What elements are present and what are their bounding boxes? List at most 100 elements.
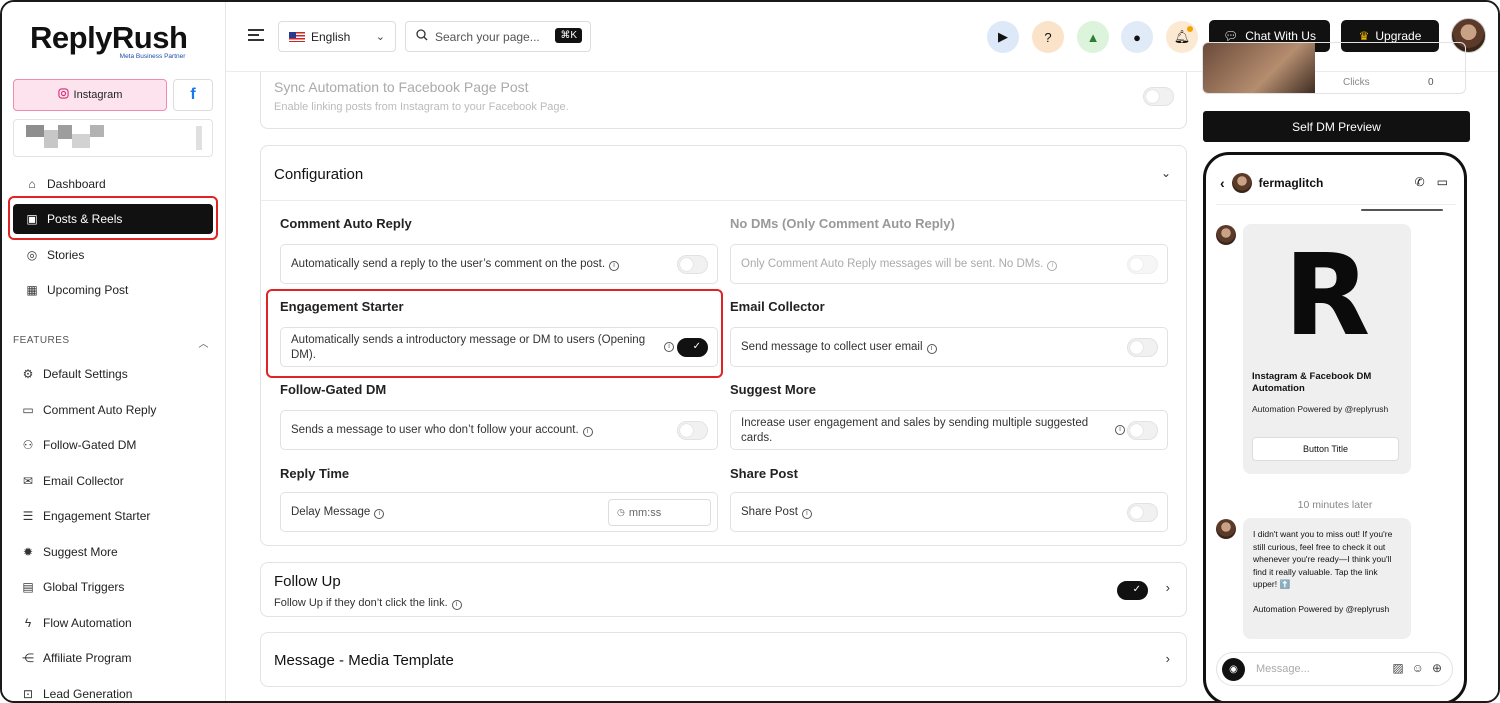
configuration-title: Configuration (274, 166, 364, 183)
chevron-up-icon: ︿ (198, 339, 209, 350)
email-collector-toggle[interactable] (1127, 338, 1158, 357)
feature-global-triggers[interactable]: ▤ Global Triggers (21, 575, 124, 599)
feature-label: Email Collector (43, 474, 124, 488)
feature-comment-auto-reply[interactable]: ▭ Comment Auto Reply (21, 398, 156, 422)
help-icon: ? (1044, 29, 1052, 45)
feature-affiliate-program[interactable]: ⋲ Affiliate Program (21, 646, 131, 670)
option-title: Reply Time (280, 466, 350, 481)
divider (1216, 204, 1456, 205)
suggest-more-option: Increase user engagement and sales by se… (730, 410, 1168, 450)
info-icon[interactable]: i (1115, 425, 1125, 435)
instagram-button[interactable]: Instagram (13, 79, 167, 111)
option-title: Email Collector (730, 299, 825, 314)
replyrush-logo: R (1284, 231, 1371, 361)
feature-default-settings[interactable]: ⚙ Default Settings (21, 362, 128, 386)
main-content: Sync Automation to Facebook Page Post En… (226, 72, 1202, 701)
language-select[interactable]: English ⌄ (278, 21, 396, 52)
self-dm-preview-button[interactable]: Self DM Preview (1203, 111, 1470, 142)
card-button[interactable]: Button Title (1252, 437, 1399, 461)
thumb-stat-label: Clicks (1343, 77, 1370, 88)
delay-time-input[interactable]: ◷ mm:ss (608, 499, 711, 526)
chat-header: ‹ fermaglitch (1220, 173, 1323, 193)
info-icon[interactable]: i (926, 344, 937, 354)
message-input[interactable]: ◉ Message... ▨ ☺ ⊕ (1216, 652, 1453, 686)
instagram-label: Instagram (73, 89, 123, 101)
option-title: Follow-Gated DM (280, 382, 387, 397)
info-icon[interactable]: i (374, 509, 385, 519)
share-post-option: Share Post i (730, 492, 1168, 532)
nav-upcoming-post[interactable]: ▦ Upcoming Post (13, 275, 213, 305)
message-placeholder: Message... (1256, 663, 1310, 675)
feature-label: Comment Auto Reply (43, 403, 157, 417)
chevron-down-icon: ⌄ (375, 31, 385, 43)
follow-up-toggle[interactable]: ✓ (1117, 581, 1148, 600)
feature-flow-automation[interactable]: ϟ Flow Automation (21, 611, 132, 635)
nav-stories[interactable]: ◎ Stories (13, 240, 213, 270)
no-dms-option: Only Comment Auto Reply messages will be… (730, 244, 1168, 284)
option-title: No DMs (Only Comment Auto Reply) (730, 216, 955, 231)
logo[interactable]: ReplyRush Meta Business Partner (30, 20, 188, 60)
ios-app-button[interactable]: ● (1121, 21, 1153, 53)
notifications-button[interactable]: 🔔︎ (1166, 21, 1198, 53)
feature-follow-gated-dm[interactable]: ⚇ Follow-Gated DM (21, 433, 137, 457)
info-icon[interactable]: i (609, 261, 620, 271)
gallery-icon[interactable]: ▨ (1392, 661, 1403, 675)
features-section-header[interactable]: FEATURES ︿ (13, 335, 213, 350)
nav-dashboard[interactable]: ⌂ Dashboard (13, 169, 213, 199)
android-app-button[interactable]: ▲ (1077, 21, 1109, 53)
time-separator: 10 minutes later (1297, 499, 1373, 511)
camera-icon[interactable]: ◉ (1222, 658, 1245, 681)
gear-icon: ⚙ (22, 367, 34, 381)
phone-icon[interactable]: ✆ (1415, 175, 1425, 189)
option-text: Only Comment Auto Reply messages will be… (741, 257, 1058, 272)
media-template-card[interactable]: Message - Media Template › (260, 632, 1187, 687)
follow-up-message-bubble: I didn't want you to miss out! If you're… (1243, 518, 1411, 639)
feature-engagement-starter[interactable]: ☰ Engagement Starter (21, 504, 151, 528)
sync-toggle[interactable] (1143, 87, 1174, 106)
phone-preview: ‹ fermaglitch ✆ ▭ R Instagram & Facebook… (1203, 152, 1467, 701)
instagram-icon: ◎ (26, 248, 38, 262)
card-subtitle: Automation Powered by @replyrush (1252, 404, 1389, 414)
help-button[interactable]: ? (1032, 21, 1064, 53)
facebook-button[interactable]: f (173, 79, 213, 111)
sticker-icon[interactable]: ☺ (1412, 661, 1424, 675)
option-text: Sends a message to user who don’t follow… (291, 423, 593, 438)
tutorial-button[interactable]: ▶ (987, 21, 1019, 53)
option-text: Send message to collect user email i (741, 340, 937, 355)
card-title: Instagram & Facebook DM Automation (1252, 371, 1372, 394)
menu-toggle-icon[interactable] (248, 29, 264, 44)
sync-title: Sync Automation to Facebook Page Post (274, 79, 529, 95)
post-thumbnail-card[interactable]: Clicks 0 (1202, 42, 1466, 94)
avatar-pixel (26, 125, 44, 137)
chat-avatar (1231, 173, 1252, 193)
card-button-label: Button Title (1302, 444, 1349, 454)
no-dms-toggle[interactable] (1127, 255, 1158, 274)
feature-lead-generation[interactable]: ⊡ Lead Generation (21, 682, 132, 701)
info-icon[interactable]: i (451, 600, 462, 610)
follow-up-card[interactable]: Follow Up Follow Up if they don’t click … (260, 562, 1187, 617)
chevron-down-icon[interactable]: ⌄ (1161, 166, 1171, 180)
delay-placeholder: mm:ss (628, 506, 662, 519)
option-text: Increase user engagement and sales by se… (741, 417, 1089, 444)
back-icon[interactable]: ‹ (1220, 175, 1225, 191)
feature-email-collector[interactable]: ✉ Email Collector (21, 469, 124, 493)
scroll-indicator (1361, 209, 1443, 211)
comment-auto-reply-toggle[interactable] (677, 255, 708, 274)
info-icon[interactable]: i (582, 427, 593, 437)
info-icon[interactable]: i (1047, 261, 1058, 271)
info-icon[interactable]: i (801, 509, 812, 519)
account-card[interactable] (13, 119, 213, 157)
chevron-right-icon[interactable]: › (1166, 651, 1170, 666)
video-icon[interactable]: ▭ (1437, 175, 1448, 189)
share-post-toggle[interactable] (1127, 503, 1158, 522)
feature-suggest-more[interactable]: ✹ Suggest More (21, 540, 118, 564)
preview-panel: Clicks 0 Self DM Preview ‹ fermaglitch ✆… (1202, 42, 1498, 701)
plus-icon[interactable]: ⊕ (1432, 661, 1442, 675)
highlight-outline (8, 196, 218, 240)
chevron-right-icon[interactable]: › (1166, 580, 1170, 595)
follow-gated-dm-toggle[interactable] (677, 421, 708, 440)
suggest-more-toggle[interactable] (1127, 421, 1158, 440)
search-input[interactable]: Search your page... ⌘K (405, 21, 591, 52)
media-template-title: Message - Media Template (274, 652, 454, 669)
us-flag-icon (289, 31, 305, 42)
